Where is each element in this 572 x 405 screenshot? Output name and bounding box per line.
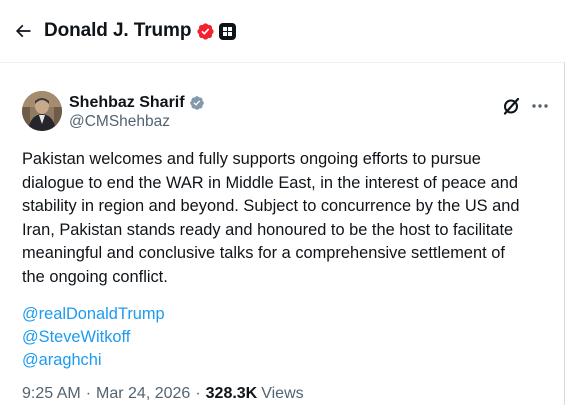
post-text: Pakistan welcomes and fully supports ong… <box>22 150 520 286</box>
page-title[interactable]: Donald J. Trump <box>44 20 191 42</box>
meta-separator: · <box>85 385 92 402</box>
mention-link[interactable]: @SteveWitkoff <box>22 326 165 349</box>
post-detail-page: Donald J. Trump Shehbaz Sharif @CMShehba… <box>0 0 572 405</box>
avatar[interactable] <box>22 91 62 131</box>
back-button[interactable] <box>13 21 33 41</box>
verified-badge-icon[interactable] <box>196 22 215 41</box>
mentions-list: @realDonaldTrump @SteveWitkoff @araghchi <box>22 303 165 372</box>
views-label: Views <box>261 385 304 402</box>
quoted-post[interactable]: Shehbaz Sharif @CMShehbaz Pakistan welco… <box>0 63 564 405</box>
more-button[interactable] <box>529 95 551 117</box>
mention-link[interactable]: @araghchi <box>22 349 165 372</box>
grok-icon <box>503 97 520 115</box>
author-name[interactable]: Shehbaz Sharif <box>69 94 205 112</box>
arrow-left-icon <box>15 24 31 38</box>
views-count: 328.3K <box>205 385 258 402</box>
grok-button[interactable] <box>500 95 522 117</box>
author-name-text[interactable]: Shehbaz Sharif <box>69 94 185 112</box>
top-header: Donald J. Trump <box>0 0 572 62</box>
column-border <box>564 62 565 405</box>
affiliate-square-icon[interactable] <box>219 22 237 40</box>
more-icon <box>532 104 548 108</box>
post-time[interactable]: 9:25 AM <box>22 385 81 403</box>
verified-badge-icon[interactable] <box>189 95 205 111</box>
mention-link[interactable]: @realDonaldTrump <box>22 303 165 326</box>
post-meta: 9:25 AM · Mar 24, 2026 · 328.3K Views <box>22 385 304 403</box>
author-handle[interactable]: @CMShehbaz <box>69 113 170 131</box>
post-date[interactable]: Mar 24, 2026 <box>96 385 190 403</box>
meta-separator: · <box>195 385 201 402</box>
